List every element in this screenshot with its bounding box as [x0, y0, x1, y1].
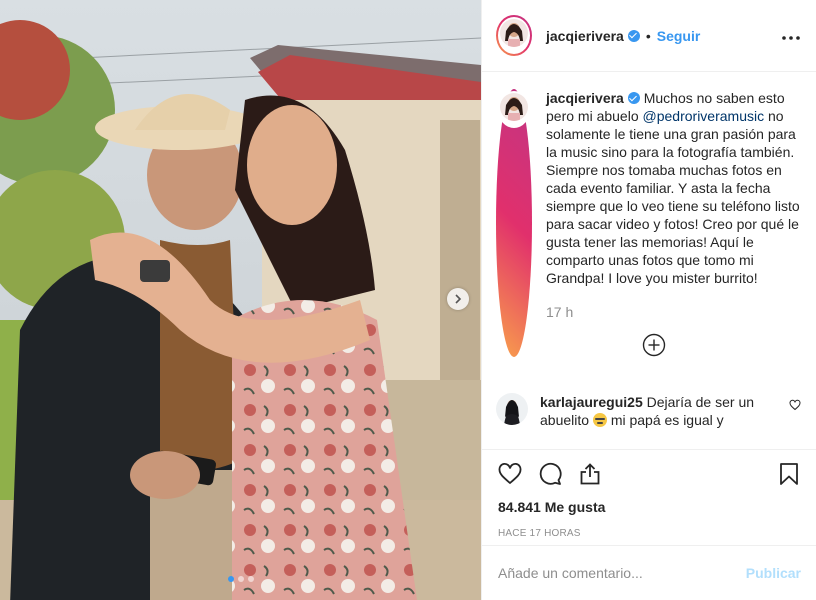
post-timestamp[interactable]: HACE 17 HORAS — [498, 528, 801, 539]
comments-section[interactable]: jacqierivera Muchos no saben esto pero m… — [482, 73, 816, 449]
post-photo[interactable] — [0, 0, 481, 600]
avatar — [500, 93, 528, 121]
speech-bubble-icon — [539, 462, 562, 485]
separator-dot: • — [645, 27, 651, 44]
next-photo-button[interactable] — [447, 288, 469, 310]
add-comment-form: Publicar — [482, 545, 816, 600]
post-actions: 84.841 Me gusta HACE 17 HORAS — [482, 449, 816, 539]
carousel-dot — [237, 576, 244, 582]
comment-input[interactable] — [498, 565, 746, 581]
caption-story-ring[interactable] — [496, 89, 532, 357]
plus-circle-icon — [642, 333, 666, 357]
story-ring[interactable] — [496, 15, 532, 56]
avatar[interactable] — [496, 393, 528, 425]
save-button[interactable] — [777, 462, 801, 486]
like-comment-button[interactable] — [789, 398, 801, 416]
share-upload-icon — [580, 463, 600, 485]
avatar — [500, 19, 528, 47]
publish-button[interactable]: Publicar — [746, 565, 801, 581]
verified-badge-icon — [627, 29, 640, 42]
caption-username[interactable]: jacqierivera — [546, 90, 624, 106]
verified-badge-icon — [627, 92, 640, 104]
chevron-right-icon — [455, 294, 462, 304]
follow-button[interactable]: Seguir — [657, 28, 701, 44]
share-button[interactable] — [578, 462, 602, 486]
bookmark-icon — [780, 463, 798, 485]
heart-outline-icon — [498, 462, 522, 485]
comment-username[interactable]: karlajauregui25 — [540, 394, 643, 410]
comment-button[interactable] — [538, 462, 562, 486]
comment-item: karlajauregui25 Dejaría de ser un abueli… — [496, 393, 801, 429]
caption: jacqierivera Muchos no saben esto pero m… — [496, 89, 801, 357]
photo-illustration — [0, 0, 481, 600]
post-side-panel: jacqierivera • Seguir jacqierivera Mucho… — [481, 0, 816, 600]
comment-body-end: mi papá es igual y — [606, 412, 724, 428]
carousel-indicator — [0, 576, 481, 582]
grimacing-emoji-icon — [592, 413, 607, 427]
header-username[interactable]: jacqierivera — [546, 28, 624, 44]
like-button[interactable] — [498, 462, 522, 486]
carousel-dot — [247, 576, 254, 582]
comment-text: karlajauregui25 Dejaría de ser un abueli… — [540, 393, 758, 429]
caption-body-end: no solamente le tiene una gran pasión pa… — [546, 108, 800, 286]
likes-count[interactable]: 84.841 Me gusta — [498, 499, 801, 515]
caption-text: jacqierivera Muchos no saben esto pero m… — [546, 89, 800, 357]
heart-outline-icon — [789, 399, 801, 411]
carousel-dot — [227, 576, 234, 582]
more-options-button[interactable] — [782, 27, 800, 45]
post-header: jacqierivera • Seguir — [482, 0, 816, 72]
caption-mention-link[interactable]: @pedroriveramusic — [643, 108, 765, 124]
load-more-comments-button[interactable] — [508, 333, 800, 357]
caption-timestamp[interactable]: 17 h — [546, 303, 800, 321]
more-options-icon — [782, 35, 800, 40]
